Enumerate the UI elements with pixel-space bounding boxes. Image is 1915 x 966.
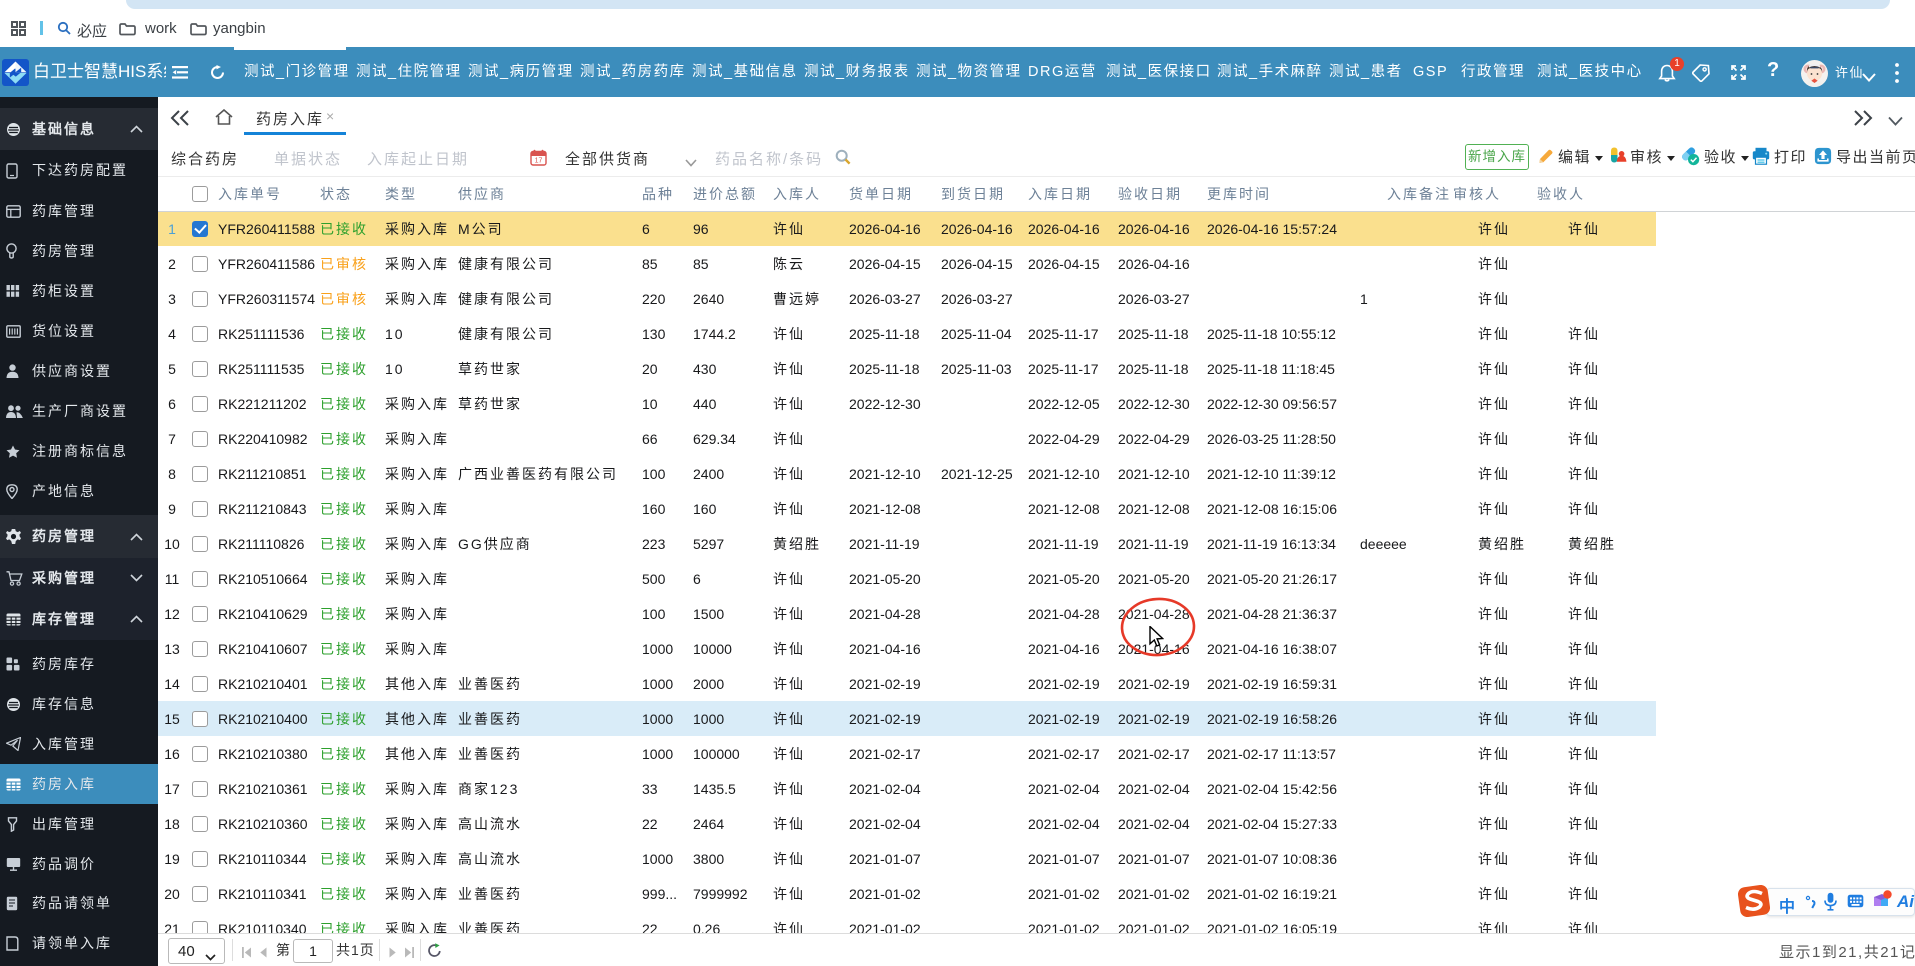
- svg-text:17: 17: [535, 158, 543, 165]
